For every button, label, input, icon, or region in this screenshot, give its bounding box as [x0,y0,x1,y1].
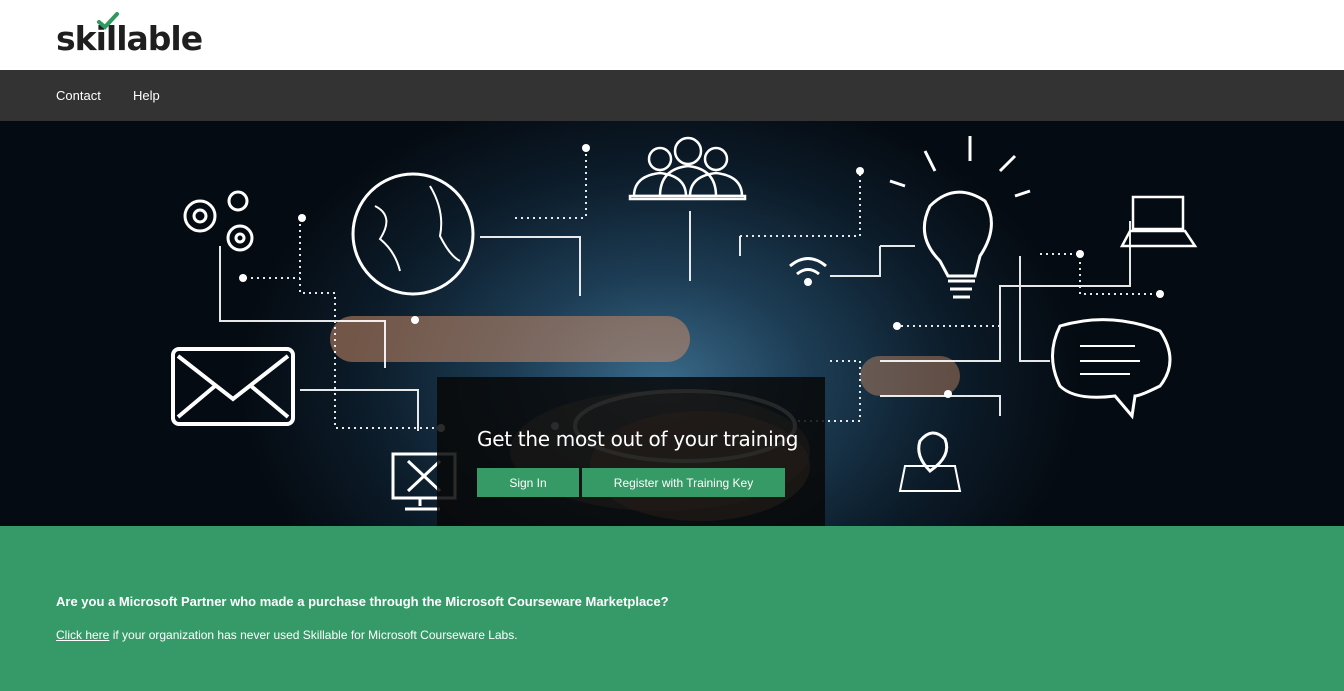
laptop-icon [1119,195,1198,248]
map-pin-icon [898,431,962,492]
wifi-icon [789,257,827,286]
partner-info-line: Click here if your organization has neve… [56,628,518,642]
connector-line [1019,256,1050,362]
connector-line [300,389,419,431]
connector-line [830,246,881,277]
lightbulb-icon [889,136,1031,299]
logo-check-icon [97,12,119,30]
people-icon [628,136,747,201]
top-nav: Contact Help [0,70,1344,121]
hero-banner: Get the most out of your training Sign I… [0,121,1344,526]
logo-wordmark: skillable [56,19,203,58]
hero-title: Get the most out of your training [477,427,799,451]
nav-contact[interactable]: Contact [56,88,101,103]
partner-info-text: if your organization has never used Skil… [109,628,518,642]
connector-line [880,395,1001,416]
nav-help[interactable]: Help [133,88,160,103]
site-header: skillable [0,0,1344,70]
gears-icon [183,190,254,252]
click-here-link[interactable]: Click here [56,628,109,642]
connector-dotted [740,171,861,237]
sign-in-button[interactable]: Sign In [477,468,579,497]
globe-icon [351,172,475,296]
cta-panel: Get the most out of your training Sign I… [437,377,825,526]
partner-question: Are you a Microsoft Partner who made a p… [56,594,669,609]
envelope-icon [171,347,295,426]
register-training-key-button[interactable]: Register with Training Key [582,468,785,497]
connector-line [480,236,581,296]
connector-dotted [1040,253,1160,295]
chat-bubble-icon [1051,318,1172,420]
partner-band: Are you a Microsoft Partner who made a p… [0,526,1344,691]
connector-line [880,221,1131,362]
